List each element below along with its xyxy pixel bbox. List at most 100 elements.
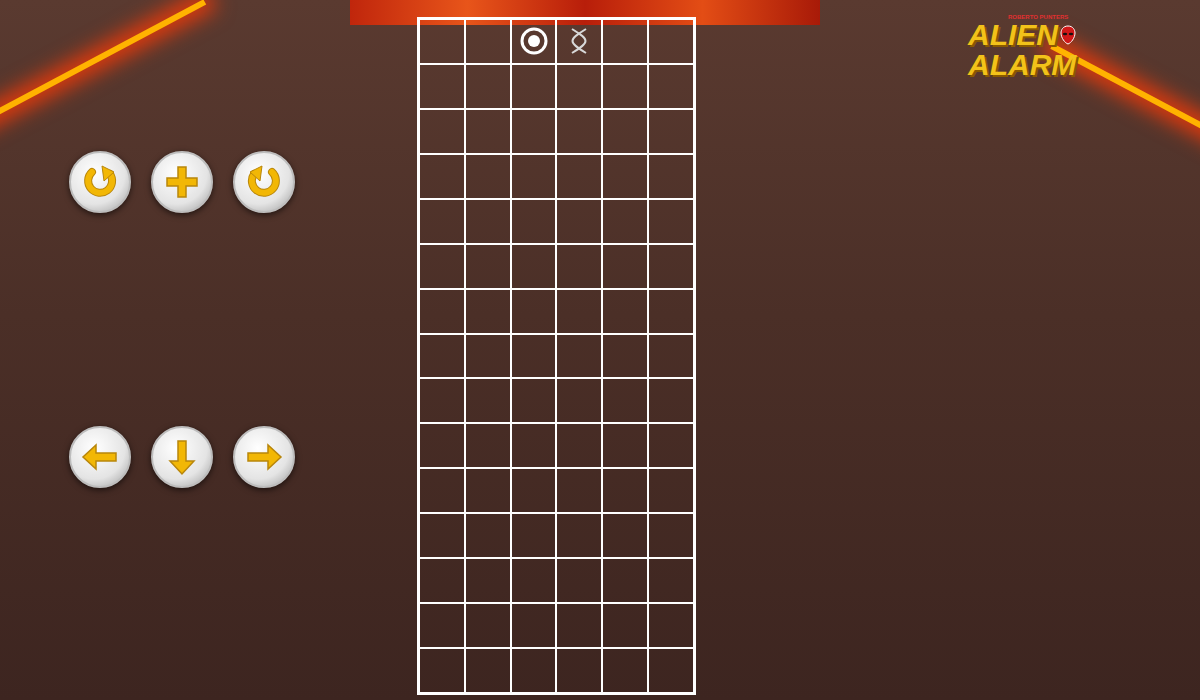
- board-cell: [465, 558, 511, 603]
- board-cell: [465, 109, 511, 154]
- board-cell: [556, 109, 602, 154]
- board-cell: [465, 378, 511, 423]
- left-button[interactable]: [69, 426, 131, 488]
- board-cell: [648, 109, 694, 154]
- board-cell: [602, 244, 648, 289]
- board-cell: [648, 468, 694, 513]
- board-cell: [648, 603, 694, 648]
- cross-piece-icon: [564, 26, 594, 56]
- board-cell: [419, 154, 465, 199]
- board-cell: [556, 199, 602, 244]
- board-cell: [602, 513, 648, 558]
- board-cell: [419, 513, 465, 558]
- board-cell: [511, 513, 557, 558]
- board-cell: [602, 109, 648, 154]
- board-cell: [602, 334, 648, 379]
- board-cell: [556, 423, 602, 468]
- board-cell: [511, 378, 557, 423]
- board-cell: [602, 19, 648, 64]
- rotate-left-icon: [244, 162, 284, 202]
- board-cell: [419, 603, 465, 648]
- board-cell: [648, 558, 694, 603]
- board-cell: [465, 423, 511, 468]
- glow-left: [0, 0, 206, 127]
- board-cell: [419, 64, 465, 109]
- board-cell: [465, 244, 511, 289]
- board-cell: [419, 423, 465, 468]
- board-cell: [511, 468, 557, 513]
- down-arrow-icon: [162, 437, 202, 477]
- board-cell: [602, 154, 648, 199]
- board-cell: [602, 289, 648, 334]
- board-cell: [648, 423, 694, 468]
- board-cell: [602, 468, 648, 513]
- board-cell: [556, 468, 602, 513]
- board-cell: [511, 648, 557, 693]
- board-cell: [511, 64, 557, 109]
- plus-button[interactable]: [151, 151, 213, 213]
- logo-title-top: ALIEN: [968, 20, 1058, 50]
- board-cell: [602, 603, 648, 648]
- board-cell: [602, 558, 648, 603]
- board-cell: [602, 648, 648, 693]
- board-cell: [419, 378, 465, 423]
- board-cell: [556, 19, 602, 64]
- board-cell: [556, 244, 602, 289]
- board-cell: [465, 289, 511, 334]
- board-cell: [648, 64, 694, 109]
- board-cell: [648, 19, 694, 64]
- board-cell: [648, 648, 694, 693]
- game-screen: ROBERTO PUNTERSALIENALARM: [0, 0, 1200, 700]
- controls-panel: [0, 0, 417, 700]
- board-cell: [556, 154, 602, 199]
- board-cell: [419, 334, 465, 379]
- board-cell: [465, 648, 511, 693]
- alien-head-icon: [1060, 25, 1076, 45]
- board-cell: [511, 109, 557, 154]
- board-cell: [556, 513, 602, 558]
- left-arrow-icon: [80, 437, 120, 477]
- board-cell: [465, 154, 511, 199]
- board-cell: [511, 603, 557, 648]
- rotate-right-button[interactable]: [69, 151, 131, 213]
- down-button[interactable]: [151, 426, 213, 488]
- board-cell: [419, 648, 465, 693]
- board-cell: [419, 109, 465, 154]
- board-cell: [419, 468, 465, 513]
- board-cell: [556, 558, 602, 603]
- board-cell: [465, 603, 511, 648]
- board-cell: [556, 64, 602, 109]
- board-cell: [648, 289, 694, 334]
- board-cell: [419, 289, 465, 334]
- right-arrow-icon: [244, 437, 284, 477]
- board-cell: [648, 378, 694, 423]
- board-cell: [465, 19, 511, 64]
- right-button[interactable]: [233, 426, 295, 488]
- game-board[interactable]: [417, 17, 696, 695]
- board-cell: [511, 154, 557, 199]
- board-cell: [648, 154, 694, 199]
- board-cell: [465, 334, 511, 379]
- board-cell: [465, 199, 511, 244]
- control-row: [69, 426, 417, 488]
- rotate-right-icon: [80, 162, 120, 202]
- board-cell: [602, 423, 648, 468]
- board-cell: [465, 468, 511, 513]
- game-logo: ROBERTO PUNTERSALIENALARM: [938, 14, 1138, 80]
- board-cell: [556, 603, 602, 648]
- board-cell: [556, 334, 602, 379]
- control-row: [69, 151, 417, 213]
- board-cell: [648, 244, 694, 289]
- board-cell: [419, 199, 465, 244]
- board-cell: [556, 289, 602, 334]
- board-cell: [511, 19, 557, 64]
- board-cell: [511, 558, 557, 603]
- ring-piece-icon: [519, 26, 549, 56]
- logo-title-bottom: ALARM: [938, 50, 1076, 80]
- board-cell: [602, 64, 648, 109]
- board-cell: [648, 199, 694, 244]
- fire-strip: [350, 0, 820, 25]
- rotate-left-button[interactable]: [233, 151, 295, 213]
- board-cell: [648, 513, 694, 558]
- board-cell: [648, 334, 694, 379]
